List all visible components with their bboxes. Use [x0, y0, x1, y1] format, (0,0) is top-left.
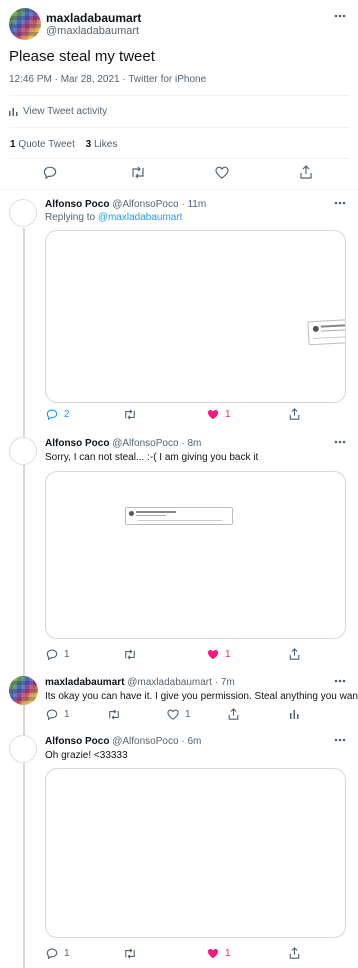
reply-1-media[interactable] [45, 230, 346, 403]
main-tweet-text: Please steal my tweet [9, 48, 155, 65]
reply-4-display-name[interactable]: Alfonso Poco [45, 736, 109, 747]
reply-2-share-icon[interactable] [289, 648, 300, 660]
reply-4-reply-button[interactable]: 1 [46, 948, 70, 959]
view-tweet-activity-link[interactable]: View Tweet activity [9, 106, 107, 117]
reply-2-time[interactable]: 8m [187, 438, 201, 449]
reply-icon[interactable] [43, 166, 57, 179]
reply-2-more-icon[interactable] [334, 440, 346, 444]
reply-3-more-icon[interactable] [334, 679, 346, 683]
divider [9, 127, 349, 128]
divider [9, 95, 349, 96]
reply-1-header: Alfonso Poco @AlfonsoPoco · 11m [45, 199, 207, 210]
reply-3-time[interactable]: 7m [221, 677, 235, 688]
reply-4-share-icon[interactable] [289, 947, 300, 959]
reply-3-avatar[interactable] [9, 676, 38, 705]
reply-4-more-icon[interactable] [334, 738, 346, 742]
like-label: Likes [94, 139, 118, 150]
reply-1-handle[interactable]: @AlfonsoPoco [112, 199, 178, 210]
main-tweet-display-name[interactable]: maxladabaumart [46, 11, 141, 25]
main-tweet-source[interactable]: Twitter for iPhone [128, 74, 206, 85]
reply-2-reply-button[interactable]: 1 [46, 649, 70, 660]
reply-1-reply-button[interactable]: 2 [46, 409, 70, 420]
likes-link[interactable]: 3 Likes [86, 139, 118, 150]
reply-3-like-button[interactable]: 1 [167, 709, 191, 720]
reply-4-avatar[interactable] [9, 735, 37, 763]
reply-4-like-count: 1 [225, 948, 231, 959]
reply-2-media[interactable] [45, 471, 346, 639]
like-count: 3 [85, 139, 92, 150]
reply-4-header: Alfonso Poco @AlfonsoPoco · 6m [45, 736, 202, 747]
reply-2-header: Alfonso Poco @AlfonsoPoco · 8m [45, 438, 202, 449]
reply-3-reply-count: 1 [64, 709, 70, 720]
reply-4-retweet-icon[interactable] [123, 948, 137, 959]
reply-1-time[interactable]: 11m [187, 199, 206, 210]
reply-4-time[interactable]: 6m [187, 736, 201, 747]
quote-label: Quote Tweet [18, 139, 75, 150]
reply-3-header: maxladabaumart @maxladabaumart · 7m [45, 677, 235, 688]
mini-tweet-image [307, 318, 345, 346]
reply-2-handle[interactable]: @AlfonsoPoco [112, 438, 178, 449]
quote-tweets-link[interactable]: 1 Quote Tweet [10, 139, 78, 150]
reply-3-display-name[interactable]: maxladabaumart [45, 677, 124, 688]
main-tweet-stats: 1 Quote Tweet 3 Likes [10, 139, 117, 150]
divider [9, 158, 349, 159]
reply-1-like-button[interactable]: 1 [207, 409, 231, 420]
replying-to-prefix: Replying to [45, 212, 96, 223]
reply-4-like-button[interactable]: 1 [207, 948, 231, 959]
reply-1-display-name[interactable]: Alfonso Poco [45, 199, 109, 210]
main-tweet-timestamp[interactable]: 12:46 PM · Mar 28, 2021 [9, 74, 120, 85]
reply-2-like-button[interactable]: 1 [207, 649, 231, 660]
main-tweet-handle[interactable]: @maxladabaumart [46, 25, 139, 37]
view-tweet-activity-label: View Tweet activity [23, 106, 108, 117]
reply-4-handle[interactable]: @AlfonsoPoco [112, 736, 178, 747]
main-tweet-avatar[interactable] [9, 8, 41, 40]
mini-tweet-image [125, 507, 233, 525]
thread-line [23, 228, 25, 968]
reply-2-like-count: 1 [225, 649, 231, 660]
analytics-icon [9, 107, 18, 116]
reply-2-retweet-icon[interactable] [123, 649, 137, 660]
reply-4-reply-count: 1 [64, 948, 70, 959]
reply-1-replying-to: Replying to @maxladabaumart [45, 212, 182, 223]
reply-4-text: Oh grazie! <33333 [45, 750, 128, 761]
reply-1-retweet-icon[interactable] [123, 409, 137, 420]
reply-2-avatar[interactable] [9, 437, 37, 465]
reply-3-reply-button[interactable]: 1 [46, 709, 70, 720]
reply-1-like-count: 1 [225, 409, 231, 420]
more-options-icon[interactable] [334, 14, 346, 18]
reply-3-text: Its okay you can have it. I give you per… [45, 691, 358, 702]
share-icon[interactable] [300, 165, 312, 179]
reply-4-media[interactable] [45, 768, 346, 938]
reply-2-display-name[interactable]: Alfonso Poco [45, 438, 109, 449]
reply-1-reply-count: 2 [64, 409, 70, 420]
quote-count: 1 [10, 139, 16, 150]
reply-3-like-count: 1 [185, 709, 191, 720]
reply-1-more-icon[interactable] [334, 201, 346, 205]
reply-3-handle[interactable]: @maxladabaumart [127, 677, 212, 688]
replying-to-handle[interactable]: @maxladabaumart [98, 212, 183, 223]
main-tweet-meta: 12:46 PM · Mar 28, 2021 · Twitter for iP… [9, 74, 207, 85]
reply-2-text: Sorry, I can not steal... :-( I am givin… [45, 452, 259, 463]
reply-3-analytics-icon[interactable] [290, 709, 299, 719]
like-icon[interactable] [215, 166, 229, 179]
divider [0, 189, 358, 190]
reply-3-share-icon[interactable] [228, 708, 239, 720]
retweet-icon[interactable] [130, 166, 146, 179]
reply-1-avatar[interactable] [9, 199, 37, 227]
reply-1-share-icon[interactable] [289, 408, 300, 420]
reply-2-reply-count: 1 [64, 649, 70, 660]
reply-3-retweet-icon[interactable] [107, 709, 121, 720]
